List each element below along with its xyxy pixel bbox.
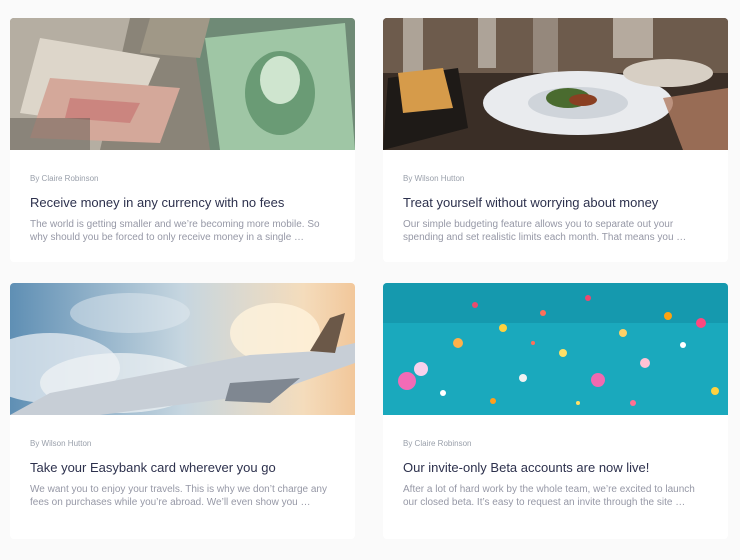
article-card[interactable]: By Claire Robinson Our invite-only Beta … xyxy=(383,283,728,539)
article-excerpt: After a lot of hard work by the whole te… xyxy=(403,484,695,508)
article-excerpt: We want you to enjoy your travels. This … xyxy=(30,484,327,508)
article-author: By Claire Robinson xyxy=(403,439,472,448)
restaurant-image[interactable] xyxy=(383,18,728,150)
article-card[interactable]: By Wilson Hutton Treat yourself without … xyxy=(383,18,728,262)
article-author: By Wilson Hutton xyxy=(403,174,465,183)
article-card[interactable]: By Claire Robinson Receive money in any … xyxy=(10,18,355,262)
plane-image[interactable] xyxy=(10,283,355,415)
article-card[interactable]: By Wilson Hutton Take your Easybank card… xyxy=(10,283,355,539)
article-title[interactable]: Receive money in any currency with no fe… xyxy=(30,195,335,211)
article-title[interactable]: Treat yourself without worrying about mo… xyxy=(403,195,708,211)
article-author: By Wilson Hutton xyxy=(30,439,92,448)
confetti-image[interactable] xyxy=(383,283,728,415)
article-title[interactable]: Take your Easybank card wherever you go xyxy=(30,460,335,476)
article-excerpt: The world is getting smaller and we’re b… xyxy=(30,219,320,243)
article-title[interactable]: Our invite-only Beta accounts are now li… xyxy=(403,460,708,476)
article-author: By Claire Robinson xyxy=(30,174,99,183)
currency-image[interactable] xyxy=(10,18,355,150)
article-excerpt: Our simple budgeting feature allows you … xyxy=(403,219,687,243)
